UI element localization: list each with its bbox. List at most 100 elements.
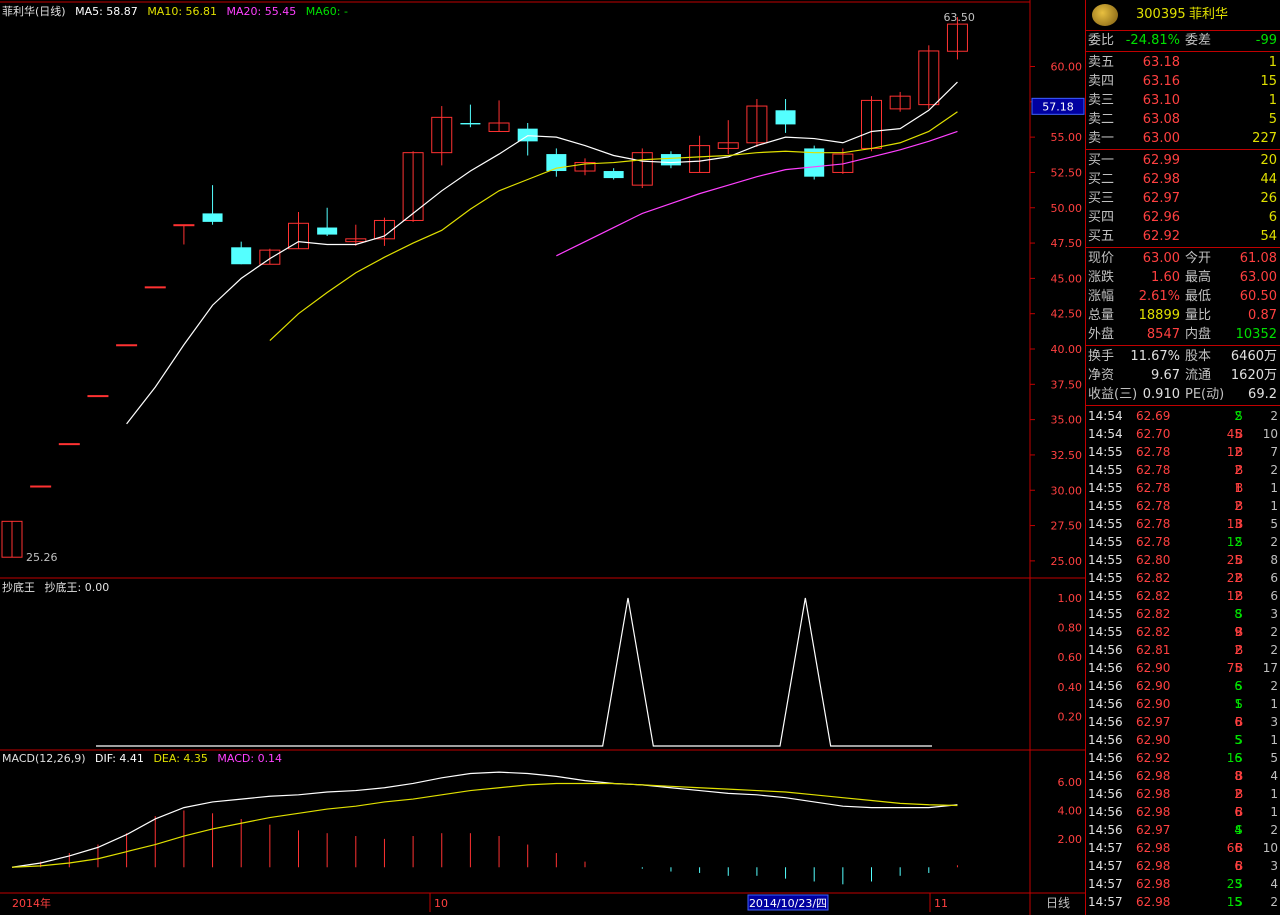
tick-count: 1 <box>1270 697 1278 711</box>
candle-body-down <box>517 128 538 142</box>
tick-row[interactable]: 14:55 62.82 8 S 3 <box>1086 605 1280 623</box>
tick-row[interactable]: 14:56 62.81 2 B 2 <box>1086 641 1280 659</box>
candle-body-down <box>231 247 252 265</box>
quote-panel: 300395 菲利华 委比 -24.81% 委差 -99 卖五 63.18 1 卖四 6… <box>1085 0 1280 915</box>
tick-row[interactable]: 14:57 62.98 15 S 2 <box>1086 893 1280 911</box>
tick-count: 3 <box>1270 715 1278 729</box>
tick-row[interactable]: 14:57 62.98 23 S 4 <box>1086 875 1280 893</box>
ma10-label: MA10: 56.81 <box>147 5 218 18</box>
tick-row[interactable]: 14:56 62.90 5 S 1 <box>1086 731 1280 749</box>
bid-row[interactable]: 买三 62.97 26 <box>1086 189 1280 208</box>
tick-row[interactable]: 14:55 62.78 13 B 5 <box>1086 515 1280 533</box>
tick-row[interactable]: 14:56 62.92 16 S 5 <box>1086 749 1280 767</box>
tick-row[interactable]: 14:56 62.90 1 S 1 <box>1086 695 1280 713</box>
tick-price: 62.98 <box>1136 859 1171 873</box>
fundamental-value: 9.67 <box>1151 368 1180 383</box>
candle-body-up <box>116 344 138 347</box>
stat-value: 60.50 <box>1239 289 1277 304</box>
bid-row[interactable]: 买四 62.96 6 <box>1086 208 1280 227</box>
tick-row[interactable]: 14:56 62.97 4 S 2 <box>1086 821 1280 839</box>
tick-time: 14:56 <box>1088 787 1123 801</box>
ask-label: 卖四 <box>1088 74 1115 89</box>
tick-direction: S <box>1235 877 1243 891</box>
tick-row[interactable]: 14:55 62.78 1 B 1 <box>1086 479 1280 497</box>
tick-row[interactable]: 14:55 62.78 12 S 2 <box>1086 533 1280 551</box>
tick-direction: B <box>1235 427 1244 441</box>
bid-row[interactable]: 买五 62.92 54 <box>1086 227 1280 246</box>
ask-price: 63.18 <box>1142 55 1180 70</box>
price-axis-label: 35.00 <box>1051 414 1083 427</box>
tick-direction: B <box>1235 769 1244 783</box>
fundamental-value: 1620万 <box>1230 368 1277 383</box>
tick-time: 14:54 <box>1088 427 1123 441</box>
tick-row[interactable]: 14:55 62.78 2 B 1 <box>1086 497 1280 515</box>
ask-label: 卖一 <box>1088 131 1115 146</box>
tick-count: 6 <box>1270 589 1278 603</box>
stat-row: 总量 18899 量比 0.87 <box>1086 306 1280 325</box>
bid-row[interactable]: 买一 62.99 20 <box>1086 151 1280 170</box>
ask-row[interactable]: 卖二 63.08 5 <box>1086 110 1280 129</box>
bid-row[interactable]: 买二 62.98 44 <box>1086 170 1280 189</box>
dea-label: DEA: 4.35 <box>153 752 208 765</box>
fundamental-label: 流通 <box>1185 368 1212 383</box>
ask-row[interactable]: 卖四 63.16 15 <box>1086 72 1280 91</box>
ask-list: 卖五 63.18 1 卖四 63.16 15 卖三 63.10 1 卖二 63.08 5 卖一 63.00… <box>1086 53 1280 148</box>
stat-value: 63.00 <box>1239 270 1277 285</box>
indicator1-axis-label: 0.40 <box>1058 681 1083 694</box>
price-axis-label: 52.50 <box>1051 166 1083 179</box>
tick-row[interactable]: 14:57 62.98 66 B 10 <box>1086 839 1280 857</box>
divider <box>1086 247 1280 248</box>
low-price-label: 25.26 <box>26 551 58 564</box>
tick-time: 14:56 <box>1088 661 1123 675</box>
ask-row[interactable]: 卖三 63.10 1 <box>1086 91 1280 110</box>
tick-time: 14:56 <box>1088 679 1123 693</box>
tick-direction: B <box>1235 841 1244 855</box>
tick-row[interactable]: 14:56 62.90 6 S 2 <box>1086 677 1280 695</box>
tick-row[interactable]: 14:56 62.98 8 B 4 <box>1086 767 1280 785</box>
tick-row[interactable]: 14:55 62.78 12 B 7 <box>1086 443 1280 461</box>
ask-row[interactable]: 卖一 63.00 227 <box>1086 129 1280 148</box>
tick-count: 17 <box>1262 661 1278 675</box>
price-axis-label: 50.00 <box>1051 202 1083 215</box>
tick-row[interactable]: 14:54 62.69 2 S 2 <box>1086 407 1280 425</box>
tick-time: 14:55 <box>1088 517 1123 531</box>
ma5-line <box>126 81 958 425</box>
tick-row[interactable]: 14:55 62.78 2 B 2 <box>1086 461 1280 479</box>
tick-price: 62.98 <box>1136 841 1171 855</box>
stat-value: 10352 <box>1235 327 1277 342</box>
fundamental-row: 净资 9.67 流通 1620万 <box>1086 366 1280 385</box>
indicator1-value: 抄底王: 0.00 <box>44 581 110 594</box>
stat-label: 最高 <box>1185 270 1212 285</box>
tick-row[interactable]: 14:55 62.82 22 B 6 <box>1086 569 1280 587</box>
tick-count: 2 <box>1270 409 1278 423</box>
tick-row[interactable]: 14:56 62.98 2 B 1 <box>1086 785 1280 803</box>
kline-chart-area[interactable]: 60.0057.5055.0052.5050.0047.5045.0042.50… <box>0 0 1085 915</box>
tick-row[interactable]: 14:56 62.97 6 B 3 <box>1086 713 1280 731</box>
tick-list[interactable]: 14:54 62.69 2 S 2 14:54 62.70 4 5 B 10 14:55 62.78 1 2… <box>1086 407 1280 915</box>
tick-row[interactable]: 15:00 63.00 443 80 <box>1086 911 1280 915</box>
tick-direction: B <box>1235 589 1244 603</box>
kline-chart-svg[interactable]: 60.0057.5055.0052.5050.0047.5045.0042.50… <box>0 0 1085 915</box>
stat-value: 0.87 <box>1248 308 1277 323</box>
price-axis-label: 40.00 <box>1051 343 1083 356</box>
stat-label: 涨跌 <box>1088 270 1115 285</box>
tick-row[interactable]: 14:55 62.82 12 B 6 <box>1086 587 1280 605</box>
tick-row[interactable]: 14:55 62.82 9 B 2 <box>1086 623 1280 641</box>
candle-body-down <box>660 154 681 166</box>
tick-row[interactable]: 14:56 62.90 75 B 17 <box>1086 659 1280 677</box>
ma20-label: MA20: 55.45 <box>226 5 297 18</box>
tick-count: 2 <box>1270 535 1278 549</box>
ask-label: 卖二 <box>1088 112 1115 127</box>
ask-row[interactable]: 卖五 63.18 1 <box>1086 53 1280 72</box>
price-axis-label: 25.00 <box>1051 555 1083 568</box>
stat-label: 总量 <box>1088 308 1115 323</box>
tick-row[interactable]: 14:55 62.80 25 B 8 <box>1086 551 1280 569</box>
stock-title-bar[interactable]: 300395 菲利华 <box>1086 0 1280 31</box>
bid-price: 62.92 <box>1142 229 1180 244</box>
tick-row[interactable]: 14:57 62.98 6 B 3 <box>1086 857 1280 875</box>
tick-row[interactable]: 14:54 62.70 45 B 10 <box>1086 425 1280 443</box>
tick-row[interactable]: 14:56 62.98 6 B 1 <box>1086 803 1280 821</box>
tick-price: 62.98 <box>1136 769 1171 783</box>
high-price-label: 63.50 <box>943 11 975 24</box>
stat-value: 2.61% <box>1138 289 1180 304</box>
